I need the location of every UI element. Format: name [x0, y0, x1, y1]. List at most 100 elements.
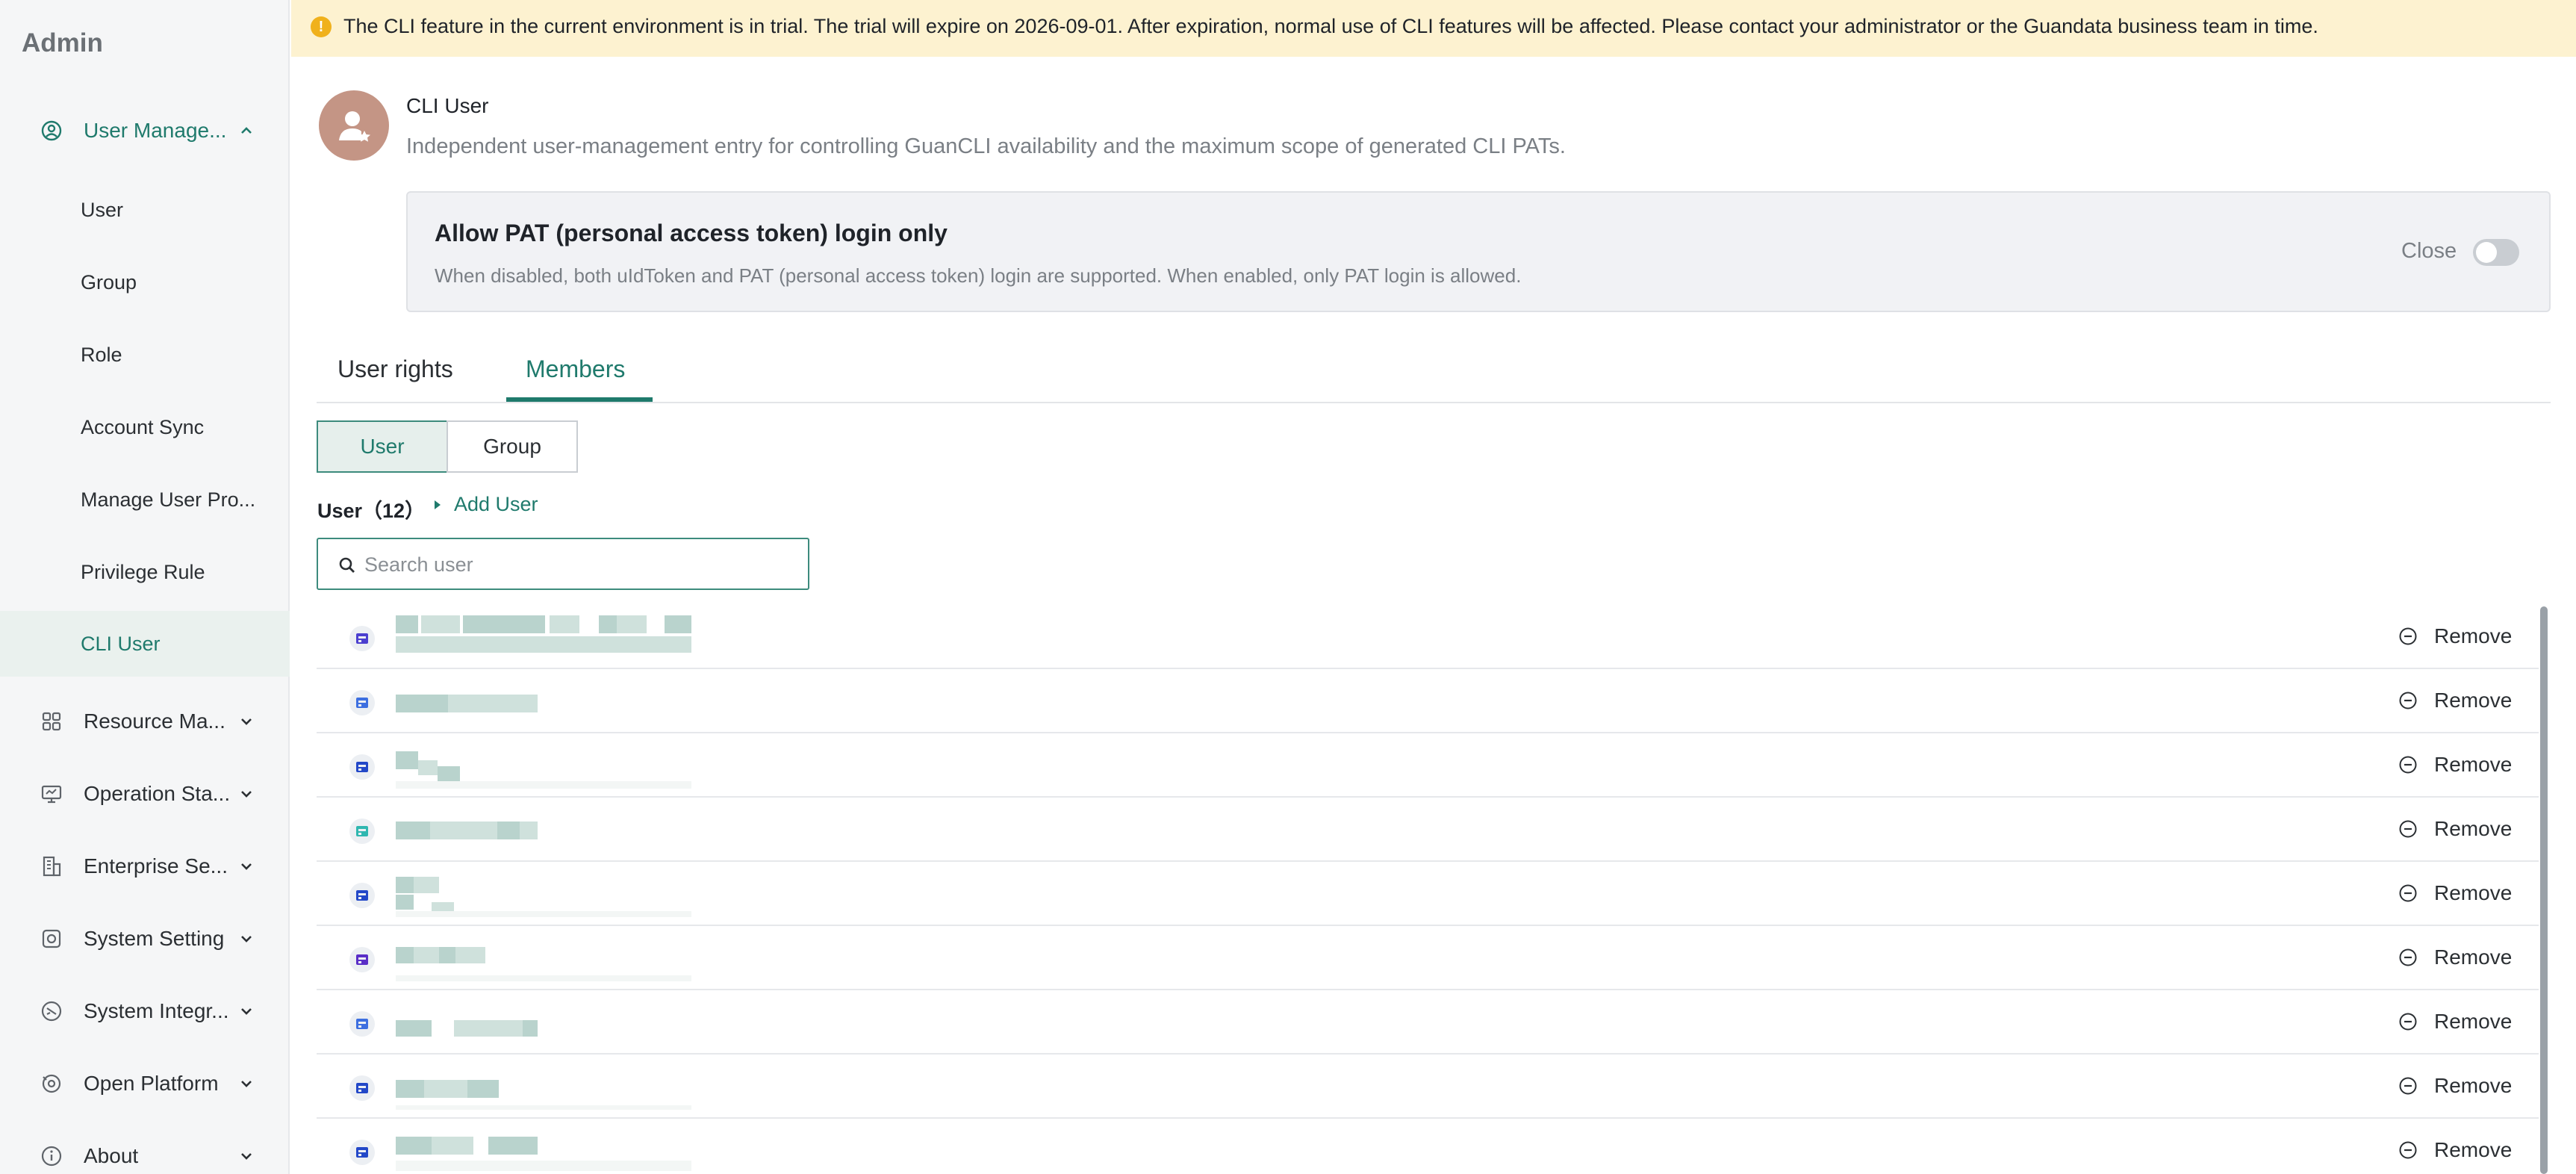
remove-label: Remove: [2434, 1138, 2513, 1161]
user-star-icon: [339, 111, 370, 142]
active-tab-indicator: [506, 397, 653, 402]
member-name-redacted: [396, 808, 691, 853]
avatar: [319, 90, 389, 161]
sidebar-item-group[interactable]: Group: [0, 249, 290, 315]
remove-button[interactable]: Remove: [2398, 945, 2512, 969]
sidebar-item-privilege-rule[interactable]: Privilege Rule: [0, 539, 290, 605]
remove-label: Remove: [2434, 817, 2513, 840]
trial-banner-text: The CLI feature in the current environme…: [343, 15, 2318, 37]
member-avatar-icon: [349, 1140, 375, 1165]
minus-circle-icon: [2399, 627, 2417, 645]
member-avatar-icon: [349, 626, 375, 651]
sidebar-item-label: CLI User: [81, 632, 161, 655]
nav-group-label: About: [84, 1144, 139, 1167]
member-name-redacted: [396, 1129, 691, 1174]
pat-login-toggle[interactable]: [2473, 239, 2519, 266]
sidebar-item-label: User: [81, 198, 124, 221]
member-count: User（12）: [317, 500, 426, 522]
nav-group-about[interactable]: About: [0, 1126, 290, 1174]
chevron-down-icon: [241, 863, 252, 870]
pat-login-panel: Allow PAT (personal access token) login …: [406, 191, 2551, 312]
nav-group-system-setting[interactable]: System Setting: [0, 909, 290, 969]
monitor-icon: [40, 783, 63, 805]
member-name-redacted: [396, 1065, 691, 1113]
minus-circle-icon: [2399, 820, 2417, 838]
grid-icon: [40, 710, 63, 733]
remove-button[interactable]: Remove: [2398, 1074, 2512, 1098]
add-user-button[interactable]: Add User: [435, 493, 538, 516]
sidebar-item-cli-user[interactable]: CLI User: [0, 611, 290, 677]
chevron-down-icon: [241, 718, 252, 725]
tab-members[interactable]: Members: [526, 355, 625, 383]
remove-label: Remove: [2434, 881, 2513, 904]
remove-button[interactable]: Remove: [2398, 881, 2512, 905]
nav-group-enterprise-security[interactable]: Enterprise Se...: [0, 836, 290, 896]
sidebar-item-account-sync[interactable]: Account Sync: [0, 394, 290, 460]
member-name-redacted: [396, 744, 691, 789]
info-icon: [40, 1145, 63, 1167]
settings-icon: [40, 928, 63, 950]
remove-label: Remove: [2434, 689, 2513, 712]
caret-right-icon: [435, 500, 441, 509]
sidebar-item-label: Account Sync: [81, 415, 205, 438]
member-avatar-icon: [349, 690, 375, 715]
warning-icon: !: [311, 16, 332, 37]
page-description: Independent user-management entry for co…: [406, 134, 1566, 158]
tab-bar: User rights Members: [317, 348, 2551, 403]
minus-circle-icon: [2399, 692, 2417, 709]
nav-group-resource-management[interactable]: Resource Ma...: [0, 692, 290, 751]
nav-group-label: System Integr...: [84, 999, 229, 1022]
sidebar-title: Admin: [22, 28, 103, 58]
nav-group-open-platform[interactable]: Open Platform: [0, 1054, 290, 1114]
sidebar-item-manage-user-profile[interactable]: Manage User Pro...: [0, 467, 290, 532]
member-list-scrollbar[interactable]: [2540, 606, 2548, 1174]
nav-group-label: Operation Sta...: [84, 782, 231, 805]
nav-group-system-integration[interactable]: System Integr...: [0, 981, 290, 1041]
search-icon: [339, 557, 355, 573]
tab-user-rights[interactable]: User rights: [337, 355, 453, 383]
toggle-knob: [2476, 242, 2497, 263]
member-avatar-icon: [349, 754, 375, 780]
segment-user[interactable]: User: [317, 420, 448, 473]
member-row: Remove: [317, 798, 2539, 862]
search-user-field[interactable]: [317, 538, 809, 590]
nav-group-operation-statistics[interactable]: Operation Sta...: [0, 764, 290, 824]
member-avatar-icon: [349, 947, 375, 972]
member-avatar-icon: [349, 1075, 375, 1101]
minus-circle-icon: [2399, 756, 2417, 774]
nav-group-user-management[interactable]: User Manage...: [0, 101, 290, 161]
member-row: Remove: [317, 1119, 2539, 1174]
pat-login-title: Allow PAT (personal access token) login …: [435, 220, 948, 246]
member-row: Remove: [317, 862, 2539, 926]
remove-button[interactable]: Remove: [2398, 1138, 2512, 1162]
member-name-redacted: [396, 1001, 691, 1053]
pat-login-state-label: Close: [2401, 239, 2457, 263]
remove-button[interactable]: Remove: [2398, 817, 2512, 841]
add-user-label: Add User: [454, 493, 538, 515]
minus-circle-icon: [2399, 948, 2417, 966]
nav-group-label: Enterprise Se...: [84, 854, 228, 878]
page-title: CLI User: [406, 94, 489, 117]
building-icon: [40, 855, 63, 878]
remove-label: Remove: [2434, 624, 2513, 647]
segment-group[interactable]: Group: [447, 420, 578, 473]
member-avatar-icon: [349, 1011, 375, 1037]
trial-banner: ! The CLI feature in the current environ…: [291, 0, 2576, 57]
chevron-down-icon: [241, 936, 252, 942]
remove-label: Remove: [2434, 1074, 2513, 1097]
member-name-redacted: [396, 937, 691, 983]
remove-button[interactable]: Remove: [2398, 1010, 2512, 1034]
nav-group-label: User Manage...: [84, 119, 227, 142]
chevron-up-icon: [241, 127, 252, 134]
sidebar-item-role[interactable]: Role: [0, 322, 290, 388]
remove-button[interactable]: Remove: [2398, 753, 2512, 777]
remove-label: Remove: [2434, 753, 2513, 776]
remove-button[interactable]: Remove: [2398, 624, 2512, 648]
minus-circle-icon: [2399, 884, 2417, 902]
remove-button[interactable]: Remove: [2398, 689, 2512, 712]
search-input[interactable]: [364, 547, 797, 583]
member-name-redacted: [396, 680, 691, 724]
sidebar-item-label: Role: [81, 343, 122, 366]
sidebar-item-user[interactable]: User: [0, 177, 290, 243]
nav-group-label: Open Platform: [84, 1072, 219, 1095]
